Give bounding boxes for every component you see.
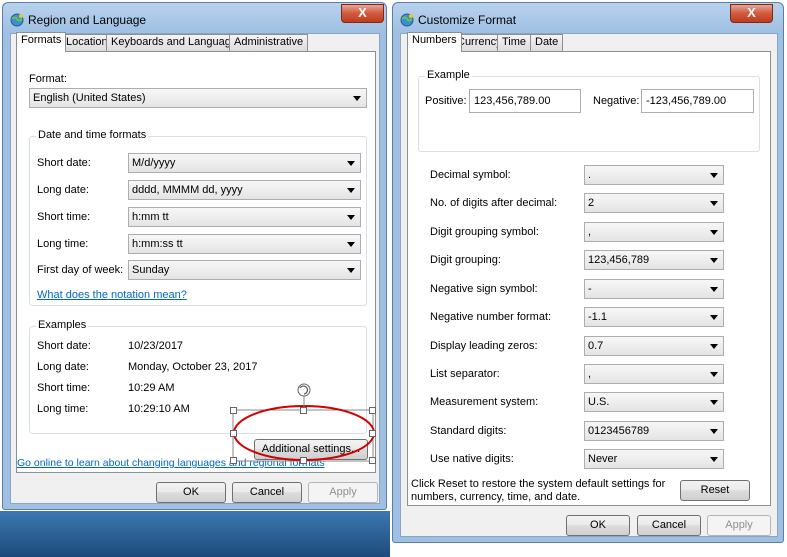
chevron-down-icon <box>710 287 718 292</box>
chevron-down-icon <box>710 372 718 377</box>
negative-sign-symbol-dropdown[interactable]: - <box>584 279 724 299</box>
display-leading-zeros-label: Display leading zeros: <box>430 340 538 352</box>
chevron-down-icon <box>710 457 718 462</box>
customize-format-window: Customize Format X Numbers Currency Time… <box>392 2 784 543</box>
resize-handle-tl[interactable] <box>230 407 237 414</box>
resize-handle-ml[interactable] <box>230 430 237 437</box>
close-icon: X <box>747 5 756 20</box>
numbers-tab-panel: Example Positive: 123,456,789.00 Negativ… <box>407 51 771 506</box>
tab-formats[interactable]: Formats <box>16 32 67 52</box>
positive-example-field: 123,456,789.00 <box>469 89 581 113</box>
resize-handle-mr[interactable] <box>369 430 376 437</box>
digits-after-decimal-label: No. of digits after decimal: <box>430 197 558 209</box>
close-button[interactable]: X <box>730 4 773 23</box>
resize-handle-tr[interactable] <box>369 407 376 414</box>
window-title: Customize Format <box>418 13 517 27</box>
use-native-digits-dropdown[interactable]: Never <box>584 449 724 469</box>
standard-digits-dropdown[interactable]: 0123456789 <box>584 421 724 441</box>
chevron-down-icon <box>710 230 718 235</box>
standard-digits-label: Standard digits: <box>430 425 507 437</box>
positive-label: Positive: <box>425 95 467 107</box>
measurement-system-label: Measurement system: <box>430 396 539 408</box>
negative-label: Negative: <box>593 95 640 107</box>
tab-numbers[interactable]: Numbers <box>407 32 462 52</box>
window-client: Numbers Currency Time Date Example Posit… <box>400 32 778 537</box>
decimal-symbol-label: Decimal symbol: <box>430 169 511 181</box>
decimal-symbol-dropdown[interactable]: . <box>584 165 724 185</box>
negative-example-field: -123,456,789.00 <box>641 89 754 113</box>
resize-handle-tc[interactable] <box>300 407 307 414</box>
chevron-down-icon <box>710 315 718 320</box>
digit-grouping-symbol-dropdown[interactable]: , <box>584 222 724 242</box>
negative-number-format-dropdown[interactable]: -1.1 <box>584 307 724 327</box>
resize-handle-bc[interactable] <box>300 457 307 464</box>
chevron-down-icon <box>710 258 718 263</box>
apply-button[interactable]: Apply <box>707 515 771 536</box>
digit-grouping-label: Digit grouping: <box>430 254 501 266</box>
example-group: Example Positive: 123,456,789.00 Negativ… <box>418 69 760 152</box>
chevron-down-icon <box>710 429 718 434</box>
chevron-down-icon <box>710 173 718 178</box>
chevron-down-icon <box>710 201 718 206</box>
reset-description-line1: Click Reset to restore the system defaul… <box>411 478 666 490</box>
list-separator-label: List separator: <box>430 368 500 380</box>
title-bar[interactable]: Customize Format X <box>393 3 783 35</box>
digit-grouping-symbol-label: Digit grouping symbol: <box>430 226 539 238</box>
reset-button[interactable]: Reset <box>680 480 750 501</box>
ok-button[interactable]: OK <box>566 515 630 536</box>
digits-after-decimal-dropdown[interactable]: 2 <box>584 193 724 213</box>
red-highlight-ellipse <box>233 405 375 461</box>
region-globe-icon <box>400 13 414 27</box>
list-separator-dropdown[interactable]: , <box>584 364 724 384</box>
use-native-digits-label: Use native digits: <box>430 453 514 465</box>
measurement-system-dropdown[interactable]: U.S. <box>584 392 724 412</box>
tab-time[interactable]: Time <box>497 34 532 51</box>
rotate-icon <box>297 383 311 397</box>
resize-handle-br[interactable] <box>369 457 376 464</box>
reset-description-line2: numbers, currency, time, and date. <box>411 491 581 503</box>
chevron-down-icon <box>710 400 718 405</box>
negative-sign-symbol-label: Negative sign symbol: <box>430 283 538 295</box>
negative-number-format-label: Negative number format: <box>430 311 552 323</box>
chevron-down-icon <box>710 344 718 349</box>
digit-grouping-dropdown[interactable]: 123,456,789 <box>584 250 724 270</box>
cancel-button[interactable]: Cancel <box>637 515 701 536</box>
tab-date[interactable]: Date <box>530 34 564 51</box>
resize-handle-bl[interactable] <box>230 457 237 464</box>
display-leading-zeros-dropdown[interactable]: 0.7 <box>584 336 724 356</box>
